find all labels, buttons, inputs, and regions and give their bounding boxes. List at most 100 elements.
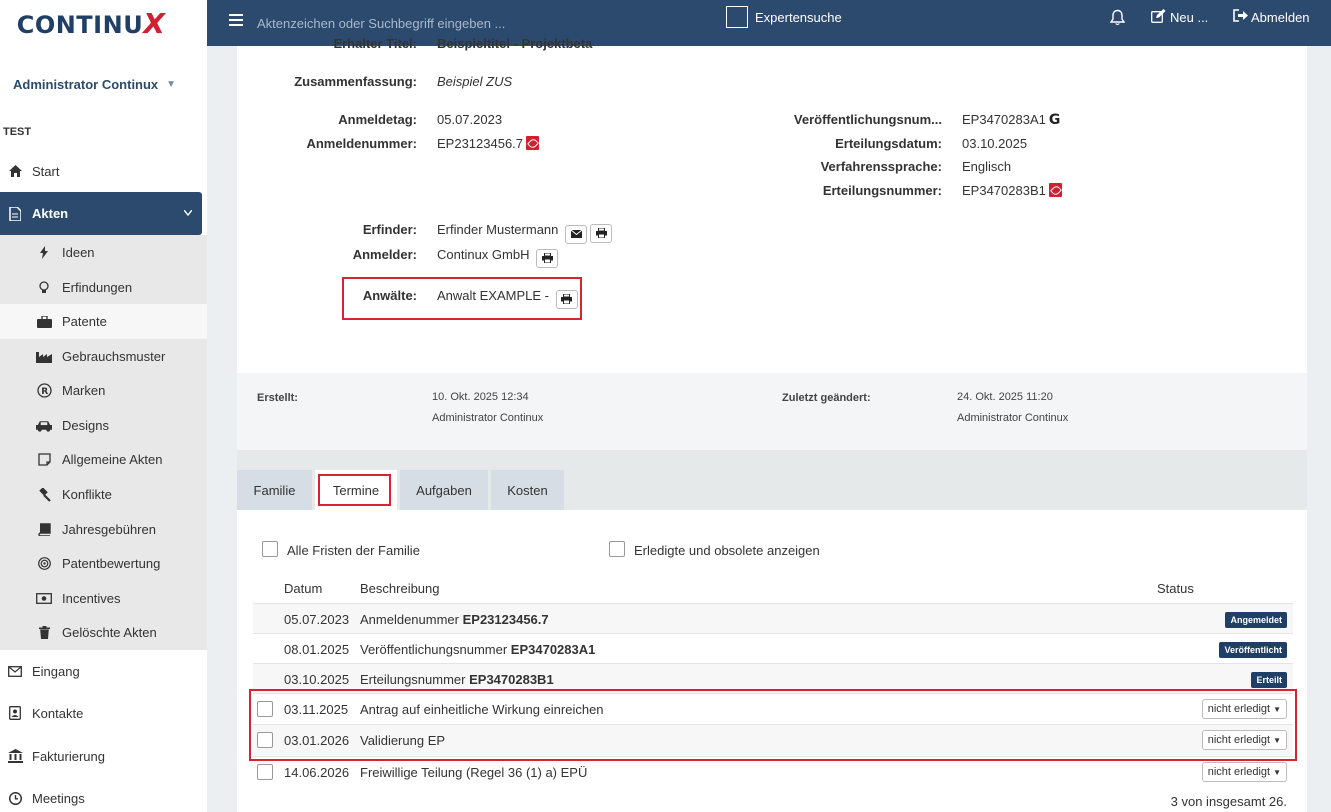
nav-fakturierung[interactable]: Fakturierung bbox=[0, 739, 202, 773]
submenu-item-konflikte[interactable]: Konflikte bbox=[0, 477, 207, 512]
submenu-label: Designs bbox=[62, 418, 109, 433]
nav-fakturierung-label: Fakturierung bbox=[32, 748, 105, 764]
created-label: Erstellt: bbox=[257, 392, 298, 404]
chevron-down-icon bbox=[183, 208, 193, 219]
nav-akten[interactable]: Akten bbox=[0, 192, 202, 235]
cut-off-value: Beispieltitel - Projektbeta bbox=[437, 36, 593, 51]
tab-termine-highlight bbox=[318, 474, 391, 506]
submenu-item-patentbewertung[interactable]: Patentbewertung bbox=[0, 546, 207, 581]
target-icon bbox=[36, 557, 52, 570]
user-menu[interactable]: Administrator Continux ▼ bbox=[13, 77, 176, 92]
tab-bar: Familie Termine Aufgaben Kosten bbox=[237, 450, 1307, 510]
sign-out-icon bbox=[1233, 9, 1248, 25]
submenu-item-patente[interactable]: Patente bbox=[0, 304, 207, 339]
submenu-item-erfindungen[interactable]: Erfindungen bbox=[0, 270, 207, 305]
home-icon bbox=[6, 165, 24, 177]
inventor-label: Erfinder: bbox=[362, 222, 417, 237]
attorneys-highlight bbox=[342, 277, 582, 320]
application-number-value: EP23123456.7 bbox=[437, 136, 524, 151]
row-description-number: EP23123456.7 bbox=[462, 612, 549, 627]
publication-number-value: EP3470283A1 bbox=[962, 112, 1046, 127]
factory-icon bbox=[36, 350, 52, 363]
grant-date-value: 03.10.2025 bbox=[962, 136, 1028, 151]
row-checkbox[interactable] bbox=[257, 764, 273, 780]
row-date: 03.10.2025 bbox=[284, 672, 350, 687]
audit-info: Erstellt: 10. Okt. 2025 12:34 Administra… bbox=[237, 373, 1307, 450]
email-button[interactable] bbox=[565, 224, 588, 244]
status-dropdown[interactable]: nicht erledigt ▼ bbox=[1201, 762, 1287, 782]
summary-label: Zusammenfassung: bbox=[294, 74, 417, 89]
submenu-label: Ideen bbox=[62, 245, 95, 260]
submenu-label: Gebrauchsmuster bbox=[62, 349, 166, 364]
filing-date-value: 05.07.2023 bbox=[437, 112, 503, 127]
nav-eingang[interactable]: Eingang bbox=[0, 654, 202, 688]
org-label: TEST bbox=[3, 126, 32, 138]
filing-date-label: Anmeldetag: bbox=[338, 112, 417, 127]
created-date: 10. Okt. 2025 12:34 bbox=[432, 391, 529, 403]
logo[interactable]: CONTINUX bbox=[0, 0, 207, 46]
search-input[interactable] bbox=[257, 8, 677, 38]
hamburger-menu-icon[interactable] bbox=[229, 11, 243, 29]
print-button[interactable] bbox=[536, 248, 559, 268]
lightbulb-icon bbox=[36, 281, 52, 294]
logout-button[interactable]: Abmelden bbox=[1233, 9, 1310, 25]
row-description-number: EP3470283B1 bbox=[469, 672, 554, 687]
nav-start-label: Start bbox=[32, 163, 60, 179]
inventor-value: Erfinder Mustermann bbox=[437, 222, 559, 237]
status-badge: Erteilt bbox=[1251, 672, 1287, 688]
language-value: Englisch bbox=[962, 159, 1012, 174]
nav-meetings[interactable]: Meetings bbox=[0, 781, 202, 812]
nav-start[interactable]: Start bbox=[0, 154, 202, 188]
language-label: Verfahrenssprache: bbox=[820, 159, 942, 174]
money-icon bbox=[36, 593, 52, 604]
briefcase-icon bbox=[36, 315, 52, 328]
submenu-item-ideen[interactable]: Ideen bbox=[0, 235, 207, 270]
submenu-label: Incentives bbox=[62, 591, 121, 606]
submenu-item-incentives[interactable]: Incentives bbox=[0, 581, 207, 616]
row-date: 05.07.2023 bbox=[284, 612, 350, 627]
column-header-status[interactable]: Status bbox=[1157, 581, 1194, 596]
show-completed-checkbox[interactable] bbox=[609, 541, 625, 557]
nav-kontakte[interactable]: Kontakte bbox=[0, 696, 202, 730]
envelope-icon bbox=[570, 230, 582, 238]
book-icon bbox=[36, 523, 52, 536]
bolt-icon bbox=[36, 246, 52, 259]
applicant-label: Anmelder: bbox=[352, 247, 417, 262]
submenu-item-geloeschte-akten[interactable]: Gelöschte Akten bbox=[0, 615, 207, 650]
bank-icon bbox=[6, 749, 24, 763]
submenu-item-gebrauchsmuster[interactable]: Gebrauchsmuster bbox=[0, 339, 207, 374]
gavel-icon bbox=[36, 487, 52, 502]
submenu-item-allgemeine-akten[interactable]: Allgemeine Akten bbox=[0, 442, 207, 477]
pagination-count: 3 von insgesamt 26. bbox=[1170, 794, 1287, 809]
summary-value: Beispiel ZUS bbox=[437, 74, 513, 89]
grant-date-label: Erteilungsdatum: bbox=[835, 136, 942, 151]
tab-kosten[interactable]: Kosten bbox=[491, 470, 564, 510]
application-number-label: Anmeldenummer: bbox=[306, 136, 417, 151]
bell-icon[interactable] bbox=[1109, 9, 1126, 29]
tab-familie[interactable]: Familie bbox=[237, 470, 312, 510]
deadlines-panel: Alle Fristen der Familie Erledigte und o… bbox=[237, 510, 1307, 812]
family-deadlines-checkbox[interactable] bbox=[262, 541, 278, 557]
pending-deadlines-highlight bbox=[249, 689, 1297, 761]
column-header-date[interactable]: Datum bbox=[284, 581, 322, 596]
tab-aufgaben[interactable]: Aufgaben bbox=[400, 470, 488, 510]
logout-button-label: Abmelden bbox=[1251, 9, 1310, 25]
pdf-icon[interactable] bbox=[526, 136, 540, 150]
table-row: 08.01.2025 Veröffentlichungsnummer EP347… bbox=[253, 633, 1293, 663]
submenu-item-jahresgebuehren[interactable]: Jahresgebühren bbox=[0, 512, 207, 547]
submenu-item-designs[interactable]: Designs bbox=[0, 408, 207, 443]
pdf-icon[interactable] bbox=[1048, 183, 1062, 197]
car-icon bbox=[36, 420, 52, 432]
google-icon[interactable]: G bbox=[1049, 112, 1061, 128]
column-header-description[interactable]: Beschreibung bbox=[360, 581, 440, 596]
contact-card-icon bbox=[6, 706, 24, 720]
print-button[interactable] bbox=[590, 223, 613, 243]
submenu-label: Erfindungen bbox=[62, 280, 133, 295]
row-description: Veröffentlichungsnummer bbox=[360, 642, 511, 657]
submenu-label: Jahresgebühren bbox=[62, 522, 156, 537]
new-button[interactable]: Neu ... bbox=[1151, 9, 1208, 26]
expert-search-checkbox[interactable] bbox=[726, 6, 748, 28]
submenu-item-marken[interactable]: R Marken bbox=[0, 373, 207, 408]
cut-off-label: Erhalter Titel: bbox=[333, 36, 417, 51]
edit-icon bbox=[1151, 9, 1166, 26]
